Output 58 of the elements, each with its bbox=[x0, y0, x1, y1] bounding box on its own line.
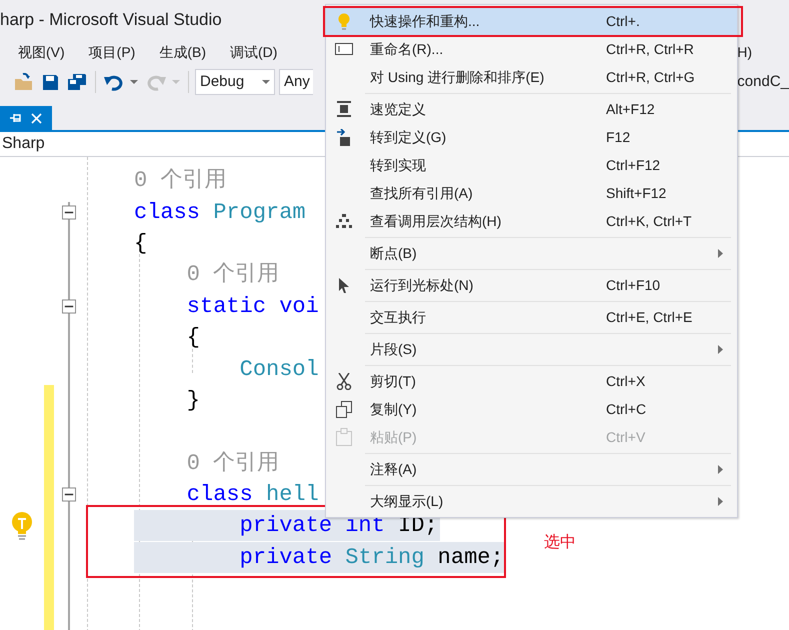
configuration-dropdown[interactable]: Debug bbox=[195, 69, 275, 95]
lightbulb-icon[interactable] bbox=[11, 512, 33, 540]
peek-icon bbox=[336, 101, 352, 117]
code-line: { bbox=[186, 324, 202, 352]
code-line: class hell bbox=[186, 481, 320, 510]
cursor-icon bbox=[339, 278, 349, 292]
collapse-icon[interactable] bbox=[62, 487, 76, 502]
undo-icon[interactable] bbox=[104, 73, 124, 91]
context-menu-item[interactable]: 转到定义(G) F12 bbox=[326, 123, 737, 151]
menu-bar-item[interactable]: 生成(B) bbox=[159, 42, 206, 62]
folder-icon[interactable] bbox=[14, 73, 34, 91]
collapse-icon[interactable] bbox=[62, 204, 76, 220]
context-menu-item[interactable]: 复制(Y) Ctrl+C bbox=[326, 395, 737, 423]
scissors-icon bbox=[336, 372, 352, 390]
code-line: static voi bbox=[186, 292, 320, 321]
clipboard-icon bbox=[336, 428, 352, 446]
context-menu-item[interactable]: 剪切(T) Ctrl+X bbox=[326, 367, 737, 395]
reference-count: 0 个引用 bbox=[186, 261, 280, 290]
context-menu-item[interactable]: 转到实现 Ctrl+F12 bbox=[326, 151, 737, 179]
code-line: class Program bbox=[134, 198, 307, 227]
menu-bar-item[interactable]: 视图(V) bbox=[18, 42, 65, 62]
lightbulb-icon bbox=[338, 12, 350, 30]
context-menu-item[interactable]: 重命名(R)... Ctrl+R, Ctrl+R bbox=[326, 35, 737, 63]
code-line: Consol bbox=[238, 356, 320, 384]
menu-bar-item[interactable]: H) bbox=[737, 42, 752, 62]
navigation-bar-text[interactable]: Sharp bbox=[0, 132, 45, 156]
code-line: } bbox=[186, 386, 202, 415]
context-menu-item[interactable]: 注释(A) bbox=[326, 455, 737, 483]
context-menu-item[interactable]: 片段(S) bbox=[326, 335, 737, 363]
context-menu-item[interactable]: 交互执行 Ctrl+E, Ctrl+E bbox=[326, 303, 737, 331]
menu-bar-item[interactable]: 项目(P) bbox=[88, 42, 136, 62]
code-line: { bbox=[134, 230, 148, 258]
window-title: harp - Microsoft Visual Studio bbox=[0, 9, 222, 32]
copy-icon bbox=[336, 400, 352, 418]
context-menu-item[interactable]: 大纲显示(L) bbox=[326, 487, 737, 515]
context-menu-item[interactable]: 查看调用层次结构(H) Ctrl+K, Ctrl+T bbox=[326, 207, 737, 235]
context-menu-item[interactable]: 查找所有引用(A) Shift+F12 bbox=[326, 179, 737, 207]
caret-icon bbox=[262, 80, 270, 84]
toolbar-text: condC_ bbox=[737, 72, 789, 92]
go-to-icon bbox=[337, 128, 351, 146]
reference-count: 0 个引用 bbox=[134, 167, 228, 196]
collapse-icon[interactable] bbox=[62, 298, 76, 314]
rename-icon bbox=[335, 43, 353, 55]
context-menu-item[interactable]: 对 Using 进行删除和排序(E) Ctrl+R, Ctrl+G bbox=[326, 63, 737, 91]
context-menu-item[interactable]: 运行到光标处(N) Ctrl+F10 bbox=[326, 271, 737, 299]
floppy-disks-icon[interactable] bbox=[67, 73, 87, 91]
menu-bar-item[interactable]: 调试(D) bbox=[230, 42, 278, 62]
context-menu-item[interactable]: 速览定义 Alt+F12 bbox=[326, 95, 737, 123]
close-icon[interactable] bbox=[31, 112, 42, 124]
editor-tab[interactable] bbox=[0, 106, 52, 130]
reference-count: 0 个引用 bbox=[186, 450, 280, 478]
pin-icon[interactable] bbox=[10, 113, 21, 123]
context-menu-item[interactable]: 断点(B) bbox=[326, 239, 737, 267]
context-menu-item[interactable]: 快速操作和重构... Ctrl+. bbox=[326, 7, 737, 35]
hierarchy-icon bbox=[336, 214, 352, 228]
caret-icon[interactable] bbox=[130, 80, 138, 84]
annotation-label: 选中 bbox=[544, 532, 576, 553]
platform-dropdown[interactable]: Any bbox=[279, 69, 313, 95]
